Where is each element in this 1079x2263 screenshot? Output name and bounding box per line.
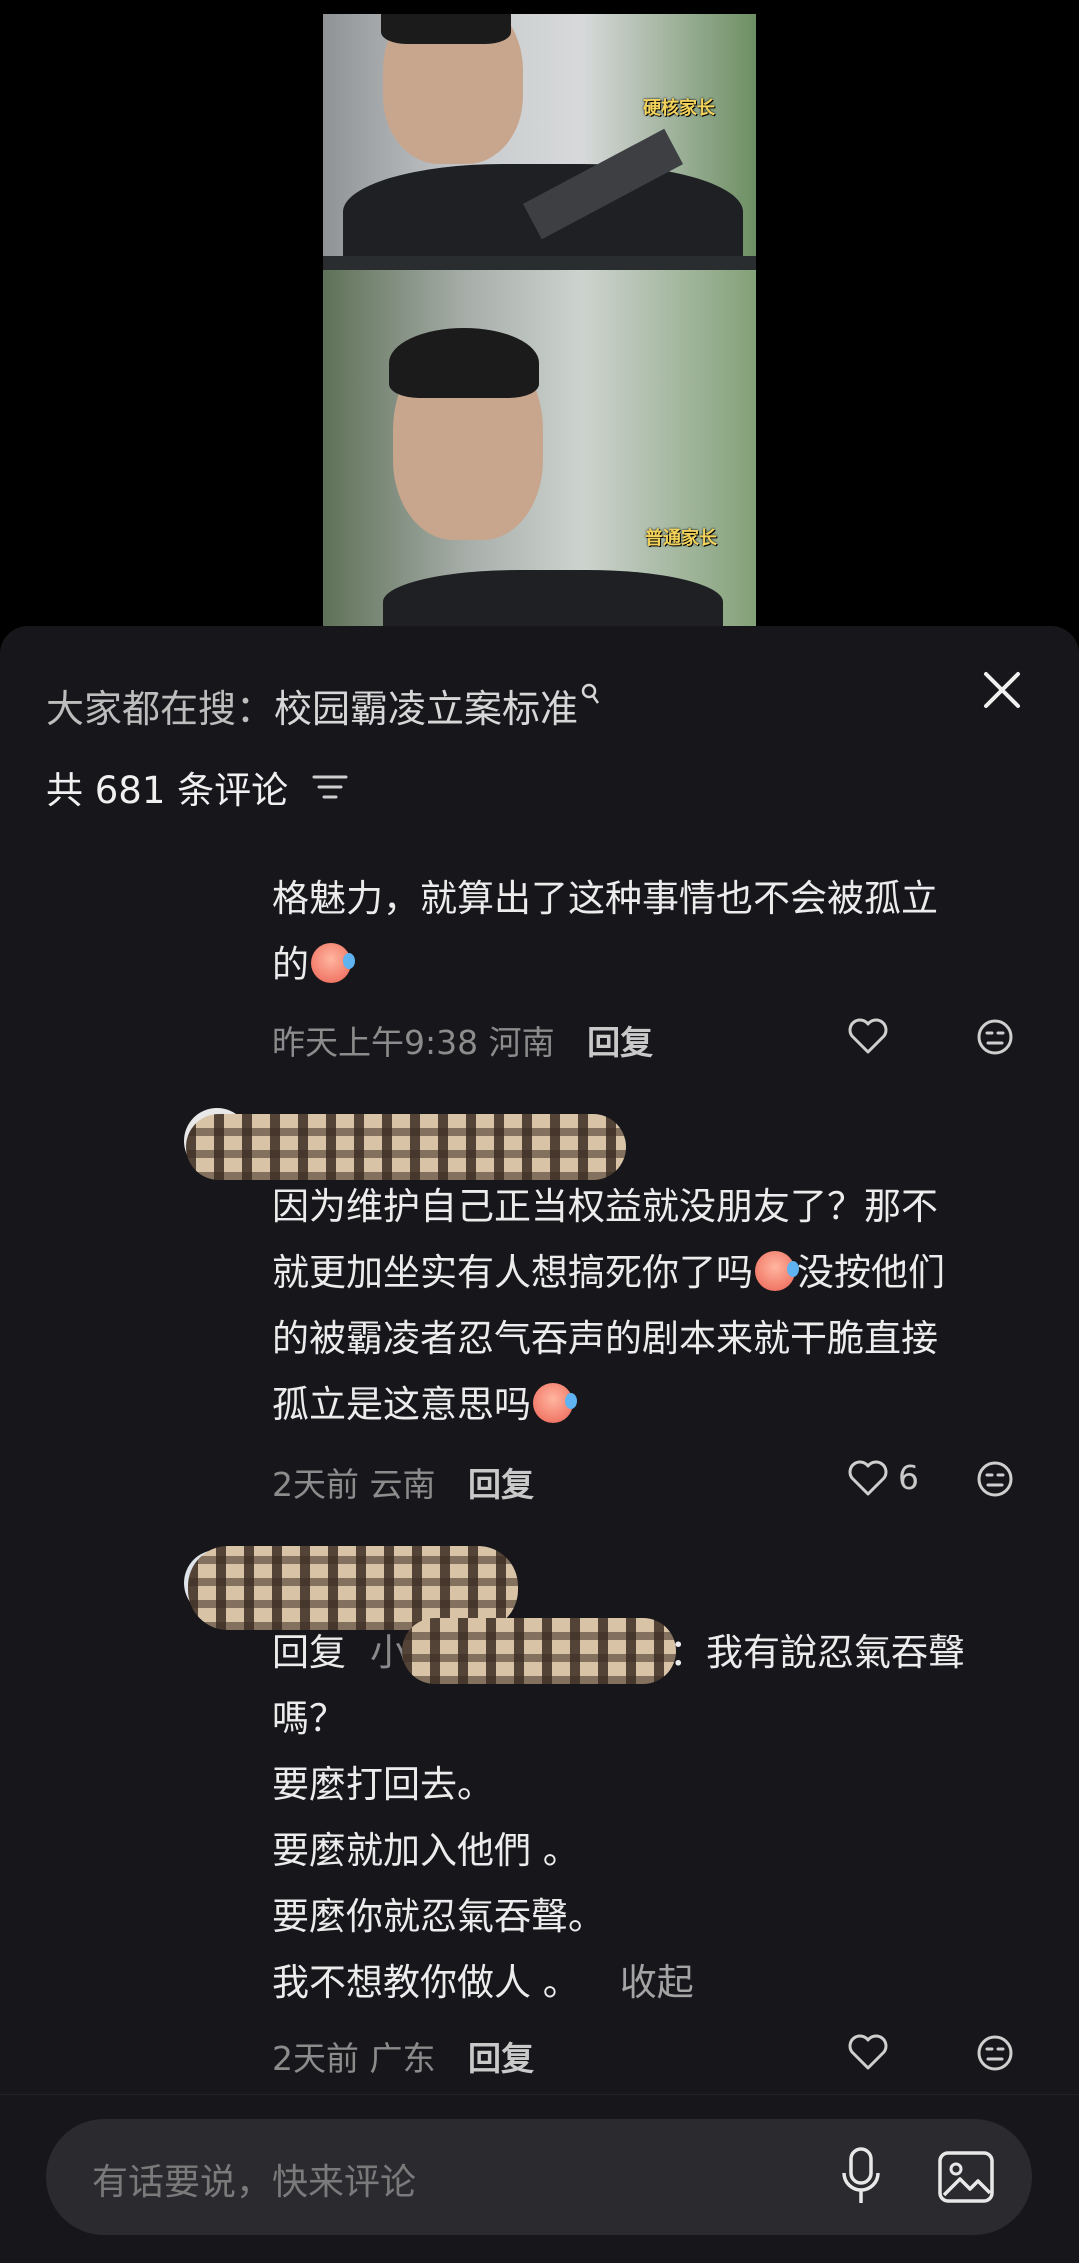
- reply-button[interactable]: 回复: [468, 2039, 534, 2078]
- like-heart-icon[interactable]: [846, 1458, 890, 1498]
- reply-button[interactable]: 回复: [587, 1023, 653, 1062]
- redacted-username: [402, 1618, 676, 1684]
- comment-2-meta: 2天前 云南 回复: [272, 1458, 534, 1506]
- dislike-face-icon[interactable]: [976, 2034, 1014, 2072]
- comment-2-text: 因为维护自己正当权益就没朋友了？那不 就更加坐实有人想搞死你了吗 没按他们 的被霸…: [272, 1174, 1042, 1438]
- comment-2-line: 孤立是这意思吗: [272, 1383, 531, 1426]
- comment-3-line: 嗎？: [272, 1697, 346, 1740]
- video-player[interactable]: 硬核家长 普通家长: [323, 14, 756, 628]
- dislike-face-icon[interactable]: [976, 1018, 1014, 1056]
- sweat-emoji-icon: [755, 1251, 799, 1291]
- person-hair: [381, 14, 511, 44]
- comment-3-line: ：我有說忍氣吞聲: [669, 1631, 965, 1674]
- comment-1-meta: 昨天上午9:38 河南 回复: [272, 1016, 653, 1064]
- video-caption-bottom: 普通家长: [645, 528, 717, 549]
- video-caption-top: 硬核家长: [643, 98, 715, 119]
- person-hair: [389, 328, 539, 398]
- comment-timestamp: 2天前: [272, 1465, 359, 1504]
- comment-1-line: 格魅力，就算出了这种事情也不会被孤立: [272, 877, 938, 920]
- like-heart-icon[interactable]: [846, 2032, 890, 2072]
- comments-sheet: 大家都在搜：校园霸凌立案标准 共 681 条评论 格魅力，就算出了这种事情也不会…: [0, 626, 1079, 2262]
- comment-2-line: 的被霸凌者忍气吞声的剧本来就干脆直接: [272, 1317, 938, 1360]
- comment-3-line: 要麼就加入他們 。: [272, 1829, 580, 1872]
- comment-location: 云南: [369, 1465, 436, 1504]
- comment-timestamp: 昨天上午9:38: [272, 1023, 479, 1062]
- comment-location: 河南: [488, 1023, 555, 1062]
- comment-timestamp: 2天前: [272, 2039, 359, 2078]
- reply-button[interactable]: 回复: [468, 1465, 534, 1504]
- comment-3-line: 要麼你就忍氣吞聲。: [272, 1895, 605, 1938]
- comment-3-line: 我不想教你做人 。: [272, 1961, 580, 2004]
- comment-text: [272, 606, 1042, 842]
- image-icon[interactable]: [936, 2147, 996, 2207]
- crying-emoji-icon: [311, 943, 355, 983]
- comment-count-value: 681: [94, 769, 166, 812]
- collapse-button[interactable]: 收起: [620, 1961, 694, 2004]
- comment-1-text: 格魅力，就算出了这种事情也不会被孤立 的: [272, 866, 1042, 998]
- video-frame-top: 硬核家长: [323, 14, 756, 256]
- video-frame-bottom: 普通家长: [323, 270, 756, 628]
- like-count: 6: [898, 1458, 919, 1497]
- comment-input-bar: 有话要说，快来评论: [0, 2094, 1079, 2263]
- microphone-icon[interactable]: [838, 2145, 884, 2209]
- search-suggestion-label: 大家都在搜：: [46, 687, 275, 731]
- comment-input-placeholder: 有话要说，快来评论: [92, 2162, 417, 2203]
- clipped-previous-line: [272, 816, 1042, 842]
- comment-input[interactable]: 有话要说，快来评论: [46, 2119, 1032, 2235]
- comment-3-line: 要麼打回去。: [272, 1763, 494, 1806]
- comment-count: 共 681 条评论: [46, 760, 288, 814]
- comment-3-meta: 2天前 广东 回复: [272, 2032, 534, 2080]
- comment-2-line: 就更加坐实有人想搞死你了吗: [272, 1251, 753, 1294]
- comment-count-prefix: 共: [46, 769, 83, 812]
- like-heart-icon[interactable]: [846, 1016, 890, 1056]
- comment-1-line: 的: [272, 943, 309, 986]
- comment-2-line: 因为维护自己正当权益就没朋友了？那不: [272, 1185, 938, 1228]
- reply-prefix: 回复: [272, 1631, 346, 1674]
- comment-2-line: 没按他们: [797, 1251, 945, 1294]
- sweat-emoji-icon: [533, 1383, 577, 1423]
- comment-location: 广东: [369, 2039, 436, 2078]
- comment-3-text: 回复小：我有說忍氣吞聲 嗎？ 要麼打回去。 要麼就加入他們 。 要麼你就忍氣吞聲…: [272, 1618, 1042, 2016]
- redacted-username: [186, 1114, 626, 1180]
- dislike-face-icon[interactable]: [976, 1460, 1014, 1498]
